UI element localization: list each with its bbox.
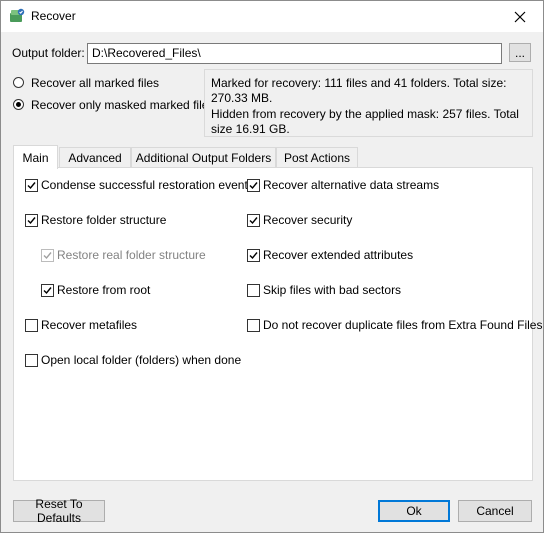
tab-post-actions[interactable]: Post Actions <box>276 147 358 167</box>
ok-button[interactable]: Ok <box>378 500 450 522</box>
recovery-info-panel: Marked for recovery: 111 files and 41 fo… <box>204 69 533 137</box>
restore-folder-structure-label[interactable]: Restore folder structure <box>41 213 166 227</box>
recover-extended-attributes-label[interactable]: Recover extended attributes <box>263 248 413 262</box>
recover-masked-radio[interactable] <box>13 99 24 110</box>
recover-extended-attributes-checkbox[interactable] <box>247 249 260 262</box>
recover-dialog: Recover Output folder: D:\Recovered_File… <box>0 0 544 533</box>
app-icon <box>8 7 26 25</box>
checkmark-icon <box>27 182 36 190</box>
restore-from-root-checkbox[interactable] <box>41 284 54 297</box>
no-duplicate-extra-found-checkbox[interactable] <box>247 319 260 332</box>
tab-main[interactable]: Main <box>13 145 58 169</box>
condense-events-checkbox[interactable] <box>25 179 38 192</box>
checkmark-icon <box>27 217 36 225</box>
recover-security-checkbox[interactable] <box>247 214 260 227</box>
hidden-summary: Hidden from recovery by the applied mask… <box>211 107 519 136</box>
title-bar: Recover <box>1 1 543 32</box>
reset-defaults-button[interactable]: Reset To Defaults <box>13 497 105 525</box>
restore-real-folder-structure-checkbox <box>41 249 54 262</box>
output-folder-field[interactable]: D:\Recovered_Files\ <box>87 43 502 64</box>
open-local-folder-checkbox[interactable] <box>25 354 38 367</box>
main-tab-panel: Condense successful restoration events R… <box>13 167 542 481</box>
checkmark-icon <box>249 182 258 190</box>
browse-button[interactable]: ... <box>509 43 531 62</box>
cancel-button[interactable]: Cancel <box>458 500 532 522</box>
condense-events-label[interactable]: Condense successful restoration events <box>41 178 254 192</box>
recover-ads-label[interactable]: Recover alternative data streams <box>263 178 439 192</box>
recover-metafiles-label[interactable]: Recover metafiles <box>41 318 137 332</box>
skip-bad-sectors-checkbox[interactable] <box>247 284 260 297</box>
recover-all-label[interactable]: Recover all marked files <box>31 76 159 90</box>
checkmark-icon <box>43 252 52 260</box>
checkmark-icon <box>249 252 258 260</box>
restore-from-root-label[interactable]: Restore from root <box>57 283 150 297</box>
restore-real-folder-structure-label: Restore real folder structure <box>57 248 206 262</box>
skip-bad-sectors-label[interactable]: Skip files with bad sectors <box>263 283 401 297</box>
close-icon <box>514 11 526 22</box>
tab-additional-output-folders[interactable]: Additional Output Folders <box>131 147 276 167</box>
recover-metafiles-checkbox[interactable] <box>25 319 38 332</box>
open-local-folder-label[interactable]: Open local folder (folders) when done <box>41 353 241 367</box>
recover-masked-label[interactable]: Recover only masked marked files <box>31 98 214 112</box>
recover-security-label[interactable]: Recover security <box>263 213 352 227</box>
output-folder-label: Output folder: <box>12 46 85 60</box>
window-title: Recover <box>31 9 76 23</box>
recover-all-radio[interactable] <box>13 77 24 88</box>
recover-ads-checkbox[interactable] <box>247 179 260 192</box>
marked-summary: Marked for recovery: 111 files and 41 fo… <box>211 76 507 105</box>
checkmark-icon <box>249 217 258 225</box>
restore-folder-structure-checkbox[interactable] <box>25 214 38 227</box>
tab-advanced[interactable]: Advanced <box>59 147 131 167</box>
no-duplicate-extra-found-label[interactable]: Do not recover duplicate files from Extr… <box>263 318 542 332</box>
checkmark-icon <box>43 287 52 295</box>
close-button[interactable] <box>497 1 543 32</box>
